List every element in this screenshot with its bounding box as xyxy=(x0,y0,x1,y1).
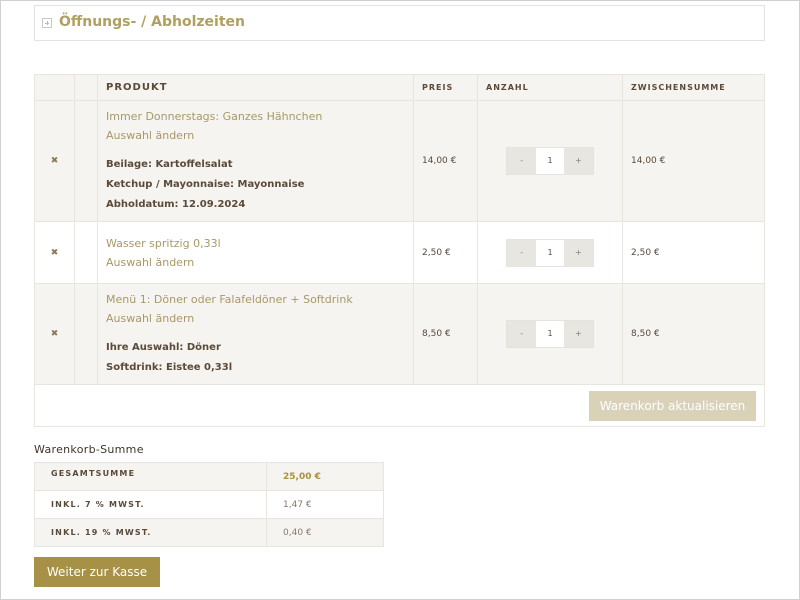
qty-minus-button[interactable]: - xyxy=(507,148,537,174)
product-cell: Wasser spritzig 0,33l Auswahl ändern xyxy=(97,221,414,284)
meta-line: Ihre Auswahl: Döner xyxy=(106,338,413,358)
proceed-to-checkout-button[interactable]: Weiter zur Kasse xyxy=(34,557,160,587)
qty-minus-button[interactable]: - xyxy=(507,239,537,266)
qty-plus-button[interactable]: + xyxy=(563,239,593,266)
product-name-link[interactable]: Wasser spritzig 0,33l xyxy=(106,234,413,253)
cart-actions-row: Warenkorb aktualisieren xyxy=(34,384,765,427)
quantity-cell: - 1 + xyxy=(477,221,623,284)
quantity-cell: - 1 + xyxy=(477,100,623,222)
quantity-cell: - 1 + xyxy=(477,283,623,385)
remove-cell: ✖ xyxy=(34,100,75,222)
meta-value: Döner xyxy=(186,342,221,353)
meta-value: Kartoffelsalat xyxy=(155,159,233,170)
cart-row: ✖ Wasser spritzig 0,33l Auswahl ändern 2… xyxy=(34,221,765,284)
meta-value: Eistee 0,33l xyxy=(165,362,233,373)
cart-row: ✖ Immer Donnerstags: Ganzes Hähnchen Aus… xyxy=(34,100,765,222)
plus-square-icon[interactable] xyxy=(42,18,52,28)
cart-totals-title: Warenkorb-Summe xyxy=(34,443,144,456)
quantity-stepper[interactable]: - 1 + xyxy=(506,147,594,175)
change-selection-link[interactable]: Auswahl ändern xyxy=(106,126,413,145)
meta-line: Softdrink: Eistee 0,33l xyxy=(106,358,413,378)
opening-hours-accordion[interactable]: Öffnungs- / Abholzeiten xyxy=(34,5,765,41)
meta-value: Mayonnaise xyxy=(237,179,305,190)
remove-cell: ✖ xyxy=(34,283,75,385)
meta-label: Ketchup / Mayonnaise: xyxy=(106,179,235,190)
totals-value: 25,00 € xyxy=(266,462,384,491)
cart-header-row: PRODUKT PREIS ANZAHL ZWISCHENSUMME xyxy=(34,74,765,101)
meta-label: Beilage: xyxy=(106,159,152,170)
meta-line: Ketchup / Mayonnaise: Mayonnaise xyxy=(106,175,413,195)
thumbnail-cell xyxy=(74,100,98,222)
price-cell: 14,00 € xyxy=(413,100,478,222)
header-subtotal: ZWISCHENSUMME xyxy=(622,74,765,101)
meta-line: Beilage: Kartoffelsalat xyxy=(106,155,413,175)
thumbnail-cell xyxy=(74,221,98,284)
header-quantity: ANZAHL xyxy=(477,74,623,101)
quantity-stepper[interactable]: - 1 + xyxy=(506,320,594,348)
meta-label: Abholdatum: xyxy=(106,199,179,210)
totals-row: GESAMTSUMME 25,00 € xyxy=(34,462,384,491)
header-remove xyxy=(34,74,75,101)
qty-input[interactable]: 1 xyxy=(536,321,564,347)
cart-table: PRODUKT PREIS ANZAHL ZWISCHENSUMME ✖ Imm… xyxy=(34,74,765,427)
cart-row: ✖ Menü 1: Döner oder Falafeldöner + Soft… xyxy=(34,283,765,385)
price-cell: 2,50 € xyxy=(413,221,478,284)
subtotal-cell: 2,50 € xyxy=(622,221,765,284)
qty-plus-button[interactable]: + xyxy=(563,321,593,347)
remove-x-icon[interactable]: ✖ xyxy=(51,248,59,258)
header-price: PREIS xyxy=(413,74,478,101)
remove-x-icon[interactable]: ✖ xyxy=(51,156,59,166)
price-cell: 8,50 € xyxy=(413,283,478,385)
totals-label: GESAMTSUMME xyxy=(34,462,267,491)
meta-line: Abholdatum: 12.09.2024 xyxy=(106,195,413,215)
meta-label: Ihre Auswahl: xyxy=(106,342,184,353)
product-name-link[interactable]: Menü 1: Döner oder Falafeldöner + Softdr… xyxy=(106,290,413,309)
product-cell: Immer Donnerstags: Ganzes Hähnchen Auswa… xyxy=(97,100,414,222)
change-selection-link[interactable]: Auswahl ändern xyxy=(106,309,413,328)
thumbnail-cell xyxy=(74,283,98,385)
cart-totals-table: GESAMTSUMME 25,00 € INKL. 7 % MWST. 1,47… xyxy=(34,462,384,547)
accordion-title[interactable]: Öffnungs- / Abholzeiten xyxy=(59,14,245,30)
totals-row: INKL. 19 % MWST. 0,40 € xyxy=(34,518,384,547)
product-cell: Menü 1: Döner oder Falafeldöner + Softdr… xyxy=(97,283,414,385)
qty-input[interactable]: 1 xyxy=(536,239,564,266)
meta-value: 12.09.2024 xyxy=(182,199,246,210)
quantity-stepper[interactable]: - 1 + xyxy=(506,238,594,267)
subtotal-cell: 14,00 € xyxy=(622,100,765,222)
qty-plus-button[interactable]: + xyxy=(563,148,593,174)
totals-value: 1,47 € xyxy=(266,490,384,519)
totals-row: INKL. 7 % MWST. 1,47 € xyxy=(34,490,384,519)
change-selection-link[interactable]: Auswahl ändern xyxy=(106,253,413,272)
update-cart-button[interactable]: Warenkorb aktualisieren xyxy=(589,391,756,421)
totals-label: INKL. 7 % MWST. xyxy=(34,490,267,519)
meta-label: Softdrink: xyxy=(106,362,163,373)
header-thumb xyxy=(74,74,98,101)
remove-cell: ✖ xyxy=(34,221,75,284)
qty-minus-button[interactable]: - xyxy=(507,321,537,347)
totals-label: INKL. 19 % MWST. xyxy=(34,518,267,547)
header-product: PRODUKT xyxy=(97,74,414,101)
remove-x-icon[interactable]: ✖ xyxy=(51,329,59,339)
product-name-link[interactable]: Immer Donnerstags: Ganzes Hähnchen xyxy=(106,107,413,126)
totals-value: 0,40 € xyxy=(266,518,384,547)
cart-actions-cell: Warenkorb aktualisieren xyxy=(34,384,765,427)
qty-input[interactable]: 1 xyxy=(536,148,564,174)
subtotal-cell: 8,50 € xyxy=(622,283,765,385)
